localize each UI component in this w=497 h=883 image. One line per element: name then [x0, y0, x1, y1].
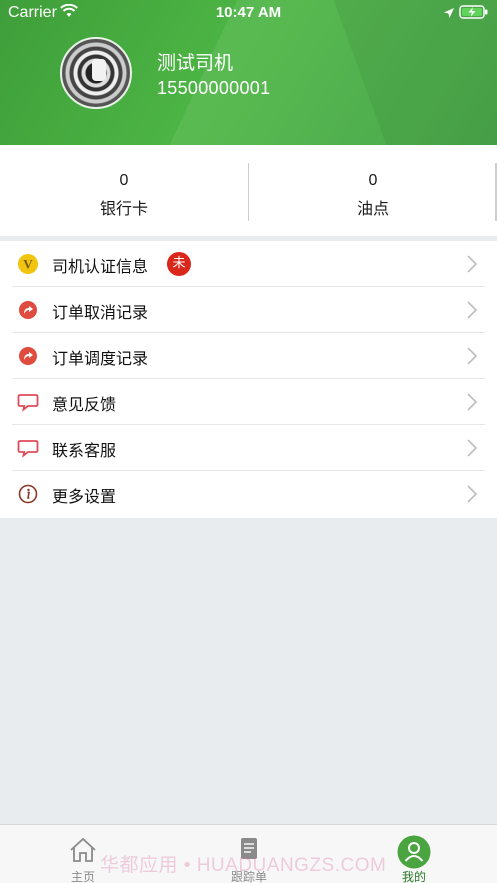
menu-item-label: 订单调度记录 — [52, 349, 149, 368]
chevron-right-icon — [466, 346, 478, 370]
unverified-badge: 未 — [167, 252, 191, 276]
document-icon — [239, 837, 259, 865]
driver-name: 测试司机 — [157, 52, 234, 74]
tab-label: 我的 — [401, 870, 426, 883]
tab-home[interactable]: 主页 — [0, 825, 166, 883]
tab-label: 主页 — [70, 870, 95, 883]
bank-card-count: 0 — [119, 172, 129, 189]
svg-text:V: V — [23, 257, 33, 272]
menu-item-label: 更多设置 — [52, 487, 117, 506]
profile-header: Carrier 10:47 AM 测试司机 15500000001 — [0, 0, 497, 145]
chevron-right-icon — [466, 484, 478, 508]
menu-item-label: 意见反馈 — [52, 395, 117, 414]
stats-panel: 0 银行卡 0 油点 — [0, 145, 497, 237]
chat-bubble-icon — [17, 437, 39, 459]
menu-item-cancel-records[interactable]: 订单取消记录 — [0, 287, 497, 333]
location-arrow-icon — [443, 5, 455, 23]
menu-item-label: 司机认证信息 — [52, 257, 149, 276]
clock: 10:47 AM — [215, 4, 282, 21]
menu-item-more-settings[interactable]: 更多设置 — [0, 471, 497, 517]
menu-item-label: 联系客服 — [52, 441, 117, 460]
chevron-right-icon — [466, 300, 478, 324]
oil-points-count: 0 — [368, 172, 378, 189]
menu-item-dispatch-records[interactable]: 订单调度记录 — [0, 333, 497, 379]
tab-tracking[interactable]: 跟踪单 — [166, 825, 332, 883]
oil-points-stat[interactable]: 0 油点 — [249, 145, 497, 237]
bank-card-label: 银行卡 — [99, 199, 148, 218]
driver-phone: 15500000001 — [157, 78, 271, 98]
menu-item-label: 订单取消记录 — [52, 303, 149, 322]
tab-label: 跟踪单 — [230, 870, 267, 883]
oil-points-label: 油点 — [356, 199, 389, 218]
chat-bubble-icon — [17, 391, 39, 413]
menu-item-driver-verification[interactable]: V 司机认证信息 未 — [0, 241, 497, 287]
status-bar: Carrier 10:47 AM — [0, 0, 497, 26]
chevron-right-icon — [466, 392, 478, 416]
chevron-right-icon — [466, 438, 478, 462]
v-badge-icon: V — [17, 253, 39, 275]
redirect-icon — [17, 299, 39, 321]
redirect-icon — [17, 345, 39, 367]
settings-menu: V 司机认证信息 未 订单取消记录 订单调度记录 意见反馈 联系客服 更多设置 — [0, 241, 497, 518]
bank-card-stat[interactable]: 0 银行卡 — [0, 145, 248, 237]
menu-item-feedback[interactable]: 意见反馈 — [0, 379, 497, 425]
home-icon — [69, 837, 97, 867]
tab-mine[interactable]: 我的 — [331, 825, 497, 883]
battery-charging-icon — [459, 5, 489, 23]
menu-item-customer-service[interactable]: 联系客服 — [0, 425, 497, 471]
tab-bar: 主页 跟踪单 我的 — [0, 824, 497, 883]
avatar[interactable] — [60, 37, 132, 109]
chevron-right-icon — [466, 254, 478, 278]
info-icon — [17, 483, 39, 505]
